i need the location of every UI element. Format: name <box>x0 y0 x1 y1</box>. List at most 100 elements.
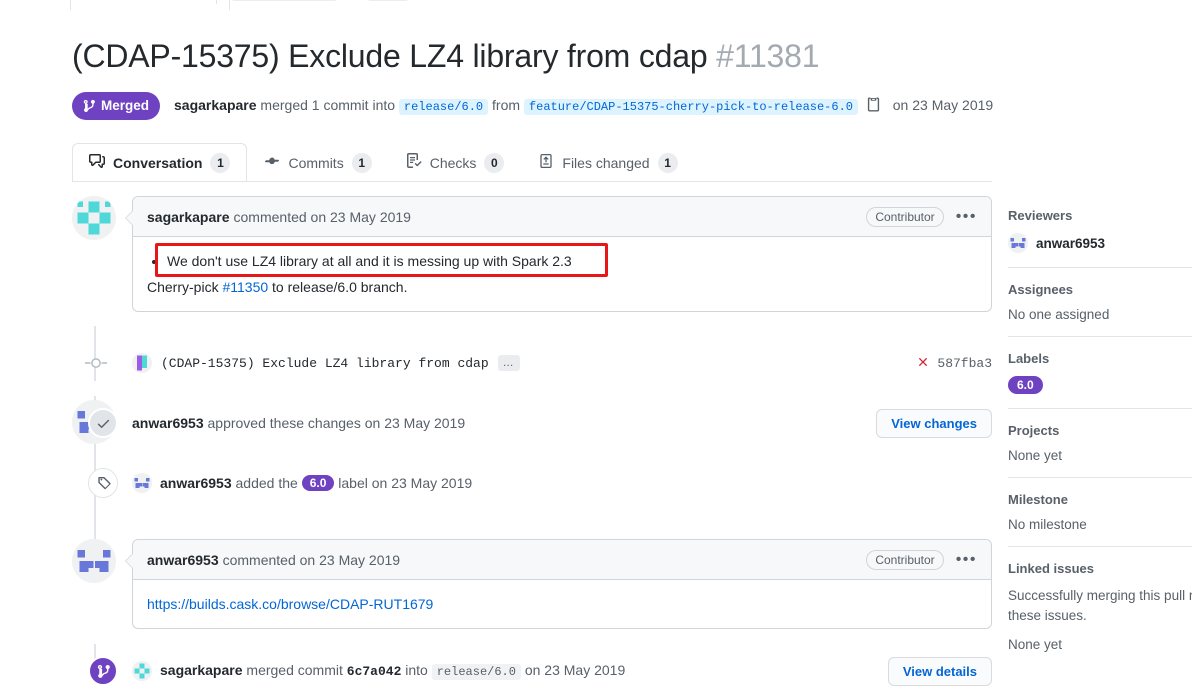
tab-files-changed-label: Files changed <box>562 154 650 171</box>
pr-title-text: (CDAP-15375) Exclude LZ4 library from cd… <box>72 38 708 74</box>
linked-issues-title[interactable]: Linked issues <box>1008 561 1192 576</box>
page-title: (CDAP-15375) Exclude LZ4 library from cd… <box>72 36 1072 76</box>
author-association-badge: Contributor <box>866 206 944 227</box>
head-branch-tag[interactable]: feature/CDAP-15375-cherry-pick-to-releas… <box>523 99 858 115</box>
label-added-row: anwar6953 added the 6.0 label on 23 May … <box>88 467 992 499</box>
merged-date: on 23 May 2019 <box>892 97 994 113</box>
label-added-text: anwar6953 added the 6.0 label on 23 May … <box>160 475 472 491</box>
sidebar-section-projects: Projects None yet <box>1008 408 1192 477</box>
assignees-title[interactable]: Assignees <box>1008 282 1192 297</box>
clipboard-copy-icon[interactable] <box>866 97 881 115</box>
view-changes-button[interactable]: View changes <box>876 408 992 438</box>
from-word: from <box>492 97 521 113</box>
file-diff-icon <box>538 153 554 172</box>
conversation-timeline: sagarkapare commented on 23 May 2019 Con… <box>72 196 992 687</box>
milestone-title[interactable]: Milestone <box>1008 492 1192 507</box>
sidebar-label-chip[interactable]: 6.0 <box>1008 376 1043 394</box>
merged-commit-text: merged 1 commit into <box>260 97 396 113</box>
label-chip[interactable]: 6.0 <box>301 475 335 491</box>
tabs-divider <box>72 181 992 182</box>
tab-commits-count: 1 <box>351 152 372 173</box>
pr-header: (CDAP-15375) Exclude LZ4 library from cd… <box>72 36 1072 120</box>
label-added-suffix: label on 23 May 2019 <box>338 475 473 491</box>
comment-paragraph-suffix: to release/6.0 branch. <box>268 279 408 295</box>
tab-files-changed-count: 1 <box>657 152 678 173</box>
pull-request-page: (CDAP-15375) Exclude LZ4 library from cd… <box>0 0 1192 694</box>
merger-name[interactable]: sagarkapare <box>160 662 243 678</box>
merged-into-word: into <box>405 662 428 678</box>
git-merge-icon <box>82 99 96 113</box>
commit-sha[interactable]: 587fba3 <box>937 356 992 371</box>
reviewers-title[interactable]: Reviewers <box>1008 208 1192 223</box>
sidebar-section-linked-issues: Linked issues Successfully merging this … <box>1008 546 1192 666</box>
comment-paragraph: Cherry-pick #11350 to release/6.0 branch… <box>147 279 977 295</box>
sidebar-section-assignees: Assignees No one assigned <box>1008 267 1192 336</box>
assignees-value: No one assigned <box>1008 307 1110 322</box>
git-merge-icon <box>88 656 118 686</box>
timeline-line-1 <box>94 326 96 381</box>
comment-thread-2: anwar6953 commented on 23 May 2019 Contr… <box>72 539 992 629</box>
external-build-link[interactable]: https://builds.cask.co/browse/CDAP-RUT16… <box>147 596 433 612</box>
comment-author[interactable]: anwar6953 <box>147 552 219 568</box>
avatar[interactable] <box>132 353 152 373</box>
cut-off-bar-3 <box>368 0 408 1</box>
avatar[interactable] <box>132 473 152 493</box>
merged-branch-tag[interactable]: release/6.0 <box>431 664 521 680</box>
milestone-value: No milestone <box>1008 517 1087 532</box>
merged-commit-row: sagarkapare merged commit 6c7a042 into r… <box>88 655 992 687</box>
sidebar-section-reviewers: Reviewers anwar6953 <box>1008 208 1192 267</box>
avatar[interactable] <box>72 196 116 240</box>
linked-issues-note-line1: Successfully merging this pull requ <box>1008 588 1192 603</box>
comment-header: anwar6953 commented on 23 May 2019 Contr… <box>133 540 991 580</box>
pr-sidebar: Reviewers anwar6953 Assignees No one ass… <box>1008 208 1192 666</box>
labels-title[interactable]: Labels <box>1008 351 1192 366</box>
comment-date: 23 May 2019 <box>330 208 411 225</box>
projects-title[interactable]: Projects <box>1008 423 1192 438</box>
merge-summary: sagarkapare merged 1 commit into release… <box>174 97 993 115</box>
comment-author[interactable]: sagarkapare <box>147 209 230 225</box>
commit-status-group: 587fba3 <box>916 355 992 372</box>
cut-off-bar-2 <box>232 0 337 1</box>
review-approved-detail: approved these changes on 23 May 2019 <box>207 415 466 431</box>
tab-checks[interactable]: Checks 0 <box>389 143 522 181</box>
merged-commit-text: sagarkapare merged commit 6c7a042 into r… <box>160 662 625 680</box>
tag-icon <box>88 468 118 498</box>
commit-row: (CDAP-15375) Exclude LZ4 library from cd… <box>85 347 992 379</box>
comment-thread-1: sagarkapare commented on 23 May 2019 Con… <box>72 196 992 312</box>
view-details-button[interactable]: View details <box>887 656 992 686</box>
commit-message[interactable]: (CDAP-15375) Exclude LZ4 library from cd… <box>161 356 489 371</box>
comment-menu-icon[interactable]: ••• <box>952 208 981 226</box>
comment-box: anwar6953 commented on 23 May 2019 Contr… <box>125 539 992 629</box>
x-cross-icon[interactable] <box>916 355 930 372</box>
avatar <box>1008 233 1028 253</box>
merged-sha[interactable]: 6c7a042 <box>347 664 402 679</box>
avatar[interactable] <box>72 539 116 583</box>
label-added-action: added the <box>235 475 298 491</box>
comment-menu-icon[interactable]: ••• <box>952 551 981 569</box>
git-commit-icon <box>85 356 107 370</box>
comment-discussion-icon <box>89 153 105 172</box>
tab-checks-count: 0 <box>484 152 505 173</box>
base-branch-tag[interactable]: release/6.0 <box>398 99 489 115</box>
status-badge: Merged <box>72 92 161 120</box>
tab-commits[interactable]: Commits 1 <box>247 143 388 181</box>
cut-off-panel-top <box>70 0 230 10</box>
merged-row-date: on 23 May 2019 <box>524 662 626 678</box>
status-badge-label: Merged <box>101 98 150 114</box>
comment-action: commented on <box>233 208 327 225</box>
reviewer-entry[interactable]: anwar6953 <box>1008 233 1192 253</box>
merged-action: merged commit <box>246 662 343 678</box>
reviewer-name[interactable]: anwar6953 <box>132 415 204 431</box>
tab-conversation[interactable]: Conversation 1 <box>72 143 248 181</box>
avatar[interactable] <box>132 661 152 681</box>
comment-date: 23 May 2019 <box>319 551 401 568</box>
merger-name[interactable]: sagarkapare <box>174 97 257 113</box>
git-commit-icon <box>264 153 280 172</box>
tab-files-changed[interactable]: Files changed 1 <box>521 143 694 181</box>
tab-commits-label: Commits <box>288 154 344 171</box>
issue-link[interactable]: #11350 <box>222 279 268 295</box>
labeler-name[interactable]: anwar6953 <box>160 475 232 491</box>
sidebar-section-milestone: Milestone No milestone <box>1008 477 1192 546</box>
commit-expand-button[interactable]: … <box>497 355 520 371</box>
checklist-icon <box>406 153 422 172</box>
